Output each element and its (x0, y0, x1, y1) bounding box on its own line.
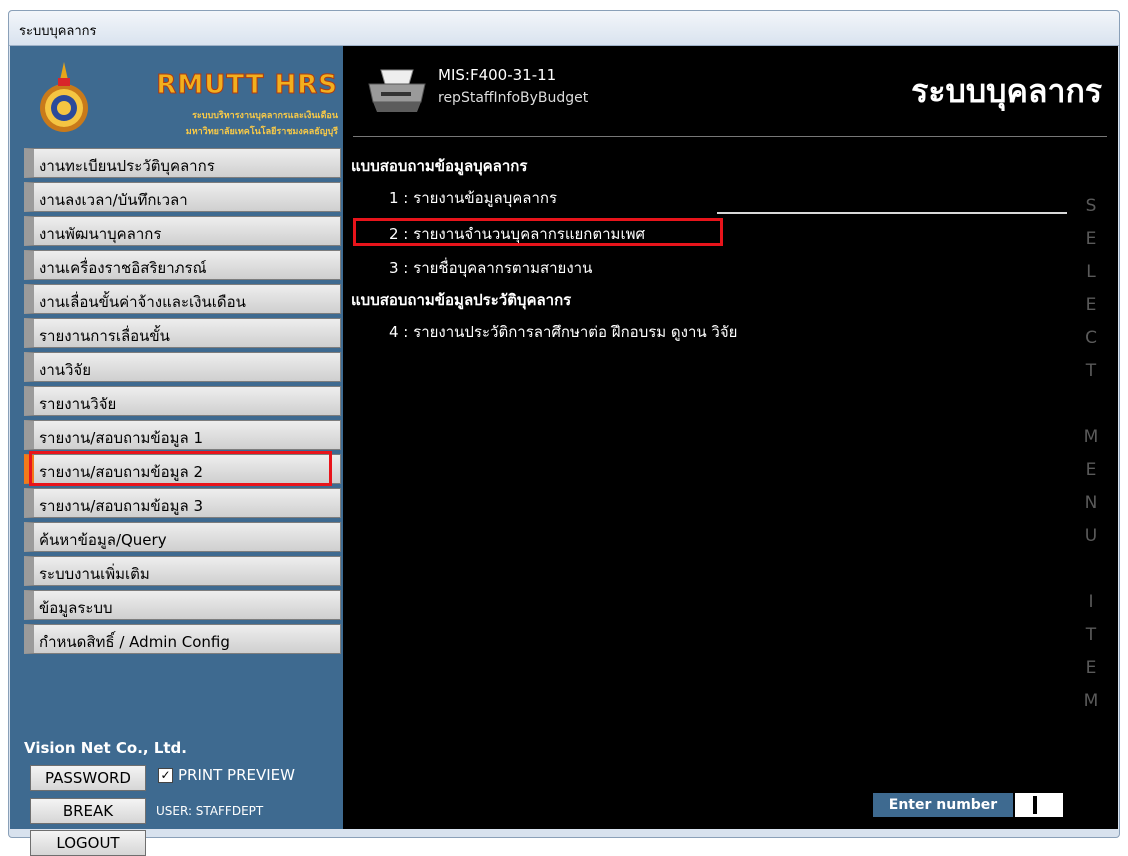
printer-icon (368, 69, 426, 112)
sidebar-menu-item[interactable]: งานวิจัย (24, 352, 341, 382)
vertical-letter: T (1085, 625, 1097, 645)
sidebar-menu-item-label: งานเครื่องราชอิสริยาภรณ์ (39, 259, 207, 277)
vertical-letter: E (1085, 460, 1097, 480)
sidebar-menu-item-label: งานลงเวลา/บันทึกเวลา (39, 191, 188, 209)
university-seal-icon (40, 62, 88, 132)
user-info: USER: STAFFDEPT (156, 804, 264, 818)
sidebar-menu-item-label: งานพัฒนาบุคลากร (39, 225, 162, 243)
enter-number-input[interactable] (1015, 793, 1063, 817)
sidebar-menu-item[interactable]: ค้นหาข้อมูล/Query (24, 522, 341, 552)
vertical-letter: C (1085, 328, 1097, 348)
sidebar-menu-item[interactable]: รายงาน/สอบถามข้อมูล 3 (24, 488, 341, 518)
vertical-letter: T (1085, 361, 1097, 381)
password-button[interactable]: PASSWORD (30, 765, 146, 791)
vertical-letter: E (1085, 295, 1097, 315)
vertical-letter (1079, 559, 1103, 592)
sidebar: RMUTT HRS ระบบบริหารงานบุคลากรและเงินเดื… (10, 46, 343, 856)
sidebar-menu-item-label: งานวิจัย (39, 361, 92, 379)
sidebar-menu-item[interactable]: งานเลื่อนขั้นค่าจ้างและเงินเดือน (24, 284, 341, 314)
main-panel: MIS:F400-31-11 repStaffInfoByBudget ระบบ… (343, 46, 1118, 829)
vertical-letter: M (1083, 427, 1099, 447)
sidebar-menu: งานทะเบียนประวัติบุคลากรงานลงเวลา/บันทึก… (24, 148, 341, 658)
vertical-letter: E (1085, 229, 1097, 249)
sidebar-menu-item-label: รายงาน/สอบถามข้อมูล 1 (39, 429, 204, 447)
sidebar-menu-item-label: รายงานวิจัย (39, 395, 117, 413)
page-title: ระบบบุคลากร (911, 72, 1102, 110)
sidebar-menu-item[interactable]: งานลงเวลา/บันทึกเวลา (24, 182, 341, 212)
sidebar-menu-item-label: กำหนดสิทธิ์ / Admin Config (39, 633, 230, 651)
section-heading-history: แบบสอบถามข้อมูลประวัติบุคลากร (351, 291, 572, 309)
section-heading-staff-info: แบบสอบถามข้อมูลบุคลากร (351, 157, 528, 175)
vertical-letter: M (1083, 691, 1099, 711)
sidebar-menu-item[interactable]: ระบบงานเพิ่มเติม (24, 556, 341, 586)
sidebar-menu-item-label: งานเลื่อนขั้นค่าจ้างและเงินเดือน (39, 293, 246, 311)
window-title: ระบบบุคลากร (19, 24, 97, 39)
menu-option-3[interactable]: 3 : รายชื่อบุคลากรตามสายงาน (389, 256, 592, 280)
title-bar: ระบบบุคลากร (9, 11, 1119, 46)
sidebar-menu-item-label: รายงานการเลื่อนขั้น (39, 327, 170, 345)
enter-number-label: Enter number (873, 793, 1013, 817)
logo-subtitle: ระบบบริหารงานบุคลากรและเงินเดือน (192, 111, 338, 121)
sidebar-menu-item[interactable]: รายงานวิจัย (24, 386, 341, 416)
menu-option-1[interactable]: 1 : รายงานข้อมูลบุคลากร (389, 186, 557, 210)
print-preview-checkbox[interactable]: ✓ (158, 768, 173, 783)
company-name: Vision Net Co., Ltd. (24, 739, 187, 757)
sidebar-menu-item-label: ระบบงานเพิ่มเติม (39, 565, 150, 583)
report-name: repStaffInfoByBudget (438, 90, 589, 106)
logo-title: RMUTT HRS (156, 70, 338, 101)
select-menu-item-vertical-text: SELECTMENUITEM (1079, 196, 1103, 724)
sidebar-highlight-box (29, 451, 332, 486)
form-code: MIS:F400-31-11 (438, 66, 557, 84)
sidebar-menu-item[interactable]: รายงานการเลื่อนขั้น (24, 318, 341, 348)
vertical-letter: L (1086, 262, 1096, 282)
vertical-letter (1079, 394, 1103, 427)
vertical-letter: S (1085, 196, 1097, 216)
sidebar-menu-item-label: ข้อมูลระบบ (39, 599, 113, 617)
vertical-letter: N (1084, 493, 1098, 513)
menu-option-4[interactable]: 4 : รายงานประวัติการลาศึกษาต่อ ฝึกอบรม ด… (389, 320, 737, 344)
sidebar-menu-item-label: งานทะเบียนประวัติบุคลากร (39, 157, 215, 175)
vertical-letter: E (1085, 658, 1097, 678)
logo: RMUTT HRS ระบบบริหารงานบุคลากรและเงินเดื… (26, 54, 338, 140)
vertical-letter: U (1084, 526, 1098, 546)
sidebar-menu-item[interactable]: ข้อมูลระบบ (24, 590, 341, 620)
underline-divider (717, 212, 1067, 214)
divider (353, 136, 1107, 137)
sidebar-menu-item[interactable]: งานพัฒนาบุคลากร (24, 216, 341, 246)
sidebar-menu-item-label: รายงาน/สอบถามข้อมูล 3 (39, 497, 204, 515)
session-since: SINCE: 21/02/62 15:19 (156, 836, 293, 850)
sidebar-menu-item[interactable]: กำหนดสิทธิ์ / Admin Config (24, 624, 341, 654)
sidebar-menu-item-label: ค้นหาข้อมูล/Query (39, 531, 167, 549)
sidebar-menu-item[interactable]: งานทะเบียนประวัติบุคลากร (24, 148, 341, 178)
logout-button[interactable]: LOGOUT (30, 830, 146, 856)
sidebar-menu-item[interactable]: งานเครื่องราชอิสริยาภรณ์ (24, 250, 341, 280)
break-button[interactable]: BREAK (30, 798, 146, 824)
sidebar-menu-item[interactable]: รายงาน/สอบถามข้อมูล 1 (24, 420, 341, 450)
vertical-letter: I (1088, 592, 1094, 612)
logo-university-name: มหาวิทยาลัยเทคโนโลยีราชมงคลธัญบุรี (185, 127, 338, 137)
print-preview-label: PRINT PREVIEW (178, 766, 295, 784)
option-highlight-box (353, 218, 723, 246)
